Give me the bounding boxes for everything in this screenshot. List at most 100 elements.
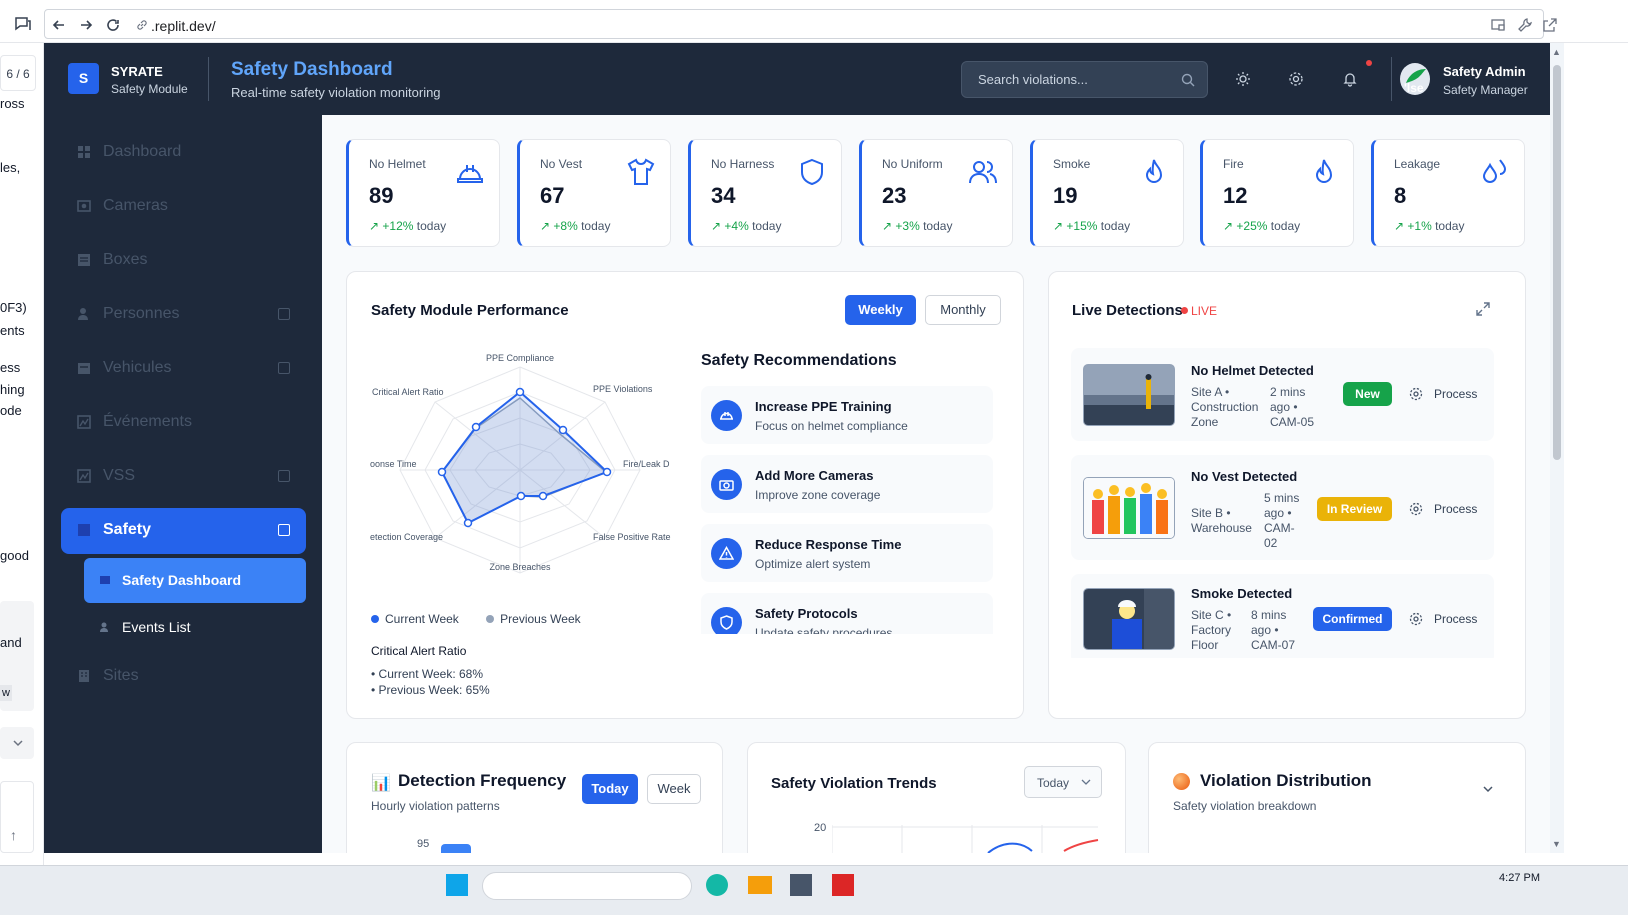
detection-time: 2 mins ago • CAM-05 <box>1270 385 1315 429</box>
sidebar-item-personnes[interactable]: Personnes <box>61 292 306 338</box>
open-new-tab-icon[interactable] <box>1542 17 1558 33</box>
tab-counter[interactable]: 6 / 6 <box>0 55 36 91</box>
sidebar-item-cameras[interactable]: Cameras <box>61 184 306 230</box>
scrollbar-thumb[interactable] <box>1553 65 1561 460</box>
recommendation-sub: Focus on helmet compliance <box>755 419 908 433</box>
stat-card-leakage[interactable]: Leakage 8 ↗ +1% today <box>1371 139 1525 247</box>
status-badge[interactable]: Confirmed <box>1313 607 1392 631</box>
detection-thumbnail[interactable] <box>1083 364 1175 426</box>
tab-actions-icon[interactable] <box>14 16 32 32</box>
radar-axis-label: False Positive Rate <box>593 532 671 542</box>
monthly-button[interactable]: Monthly <box>925 295 1001 325</box>
week-button[interactable]: Week <box>647 774 701 804</box>
stat-card-no-helmet[interactable]: No Helmet 89 ↗ +12% today <box>346 139 500 247</box>
stat-card-smoke[interactable]: Smoke 19 ↗ +15% today <box>1030 139 1184 247</box>
chevron-down-icon[interactable] <box>1482 784 1494 794</box>
address-bar[interactable] <box>44 9 1544 39</box>
chevron-down-icon <box>1081 779 1091 785</box>
sidebar-item-label: Vehicules <box>103 359 172 376</box>
page-scrollbar[interactable]: ▲ ▼ <box>1550 43 1564 853</box>
radar-axis-label: oonse Time <box>370 459 417 469</box>
arrow-up-icon[interactable]: ↑ <box>10 827 17 843</box>
bell-icon[interactable] <box>1342 71 1358 87</box>
site-info-icon[interactable] <box>136 19 148 31</box>
sun-icon[interactable] <box>1235 71 1251 87</box>
period-select-value: Today <box>1037 776 1070 790</box>
weekly-button[interactable]: Weekly <box>845 295 916 325</box>
detection-item[interactable]: No Vest Detected Site B • Warehouse 5 min… <box>1071 455 1494 560</box>
url-text[interactable]: .replit.dev/ <box>151 18 216 34</box>
folder-icon[interactable] <box>748 876 772 894</box>
sidebar-subitem-safety-dashboard[interactable]: Safety Dashboard <box>84 558 306 603</box>
expand-icon[interactable] <box>278 470 290 482</box>
search-input[interactable]: Search violations... <box>961 61 1208 98</box>
wrench-icon[interactable] <box>1517 17 1533 33</box>
detection-item[interactable]: Smoke Detected Site C • Factory Floor 8 mi… <box>1071 574 1494 658</box>
detection-title: Smoke Detected <box>1191 586 1293 601</box>
stat-card-no-harness[interactable]: No Harness 34 ↗ +4% today <box>688 139 842 247</box>
process-button[interactable]: Process <box>1434 387 1477 401</box>
users-icon <box>969 161 997 184</box>
expand-icon[interactable] <box>1476 302 1490 316</box>
status-badge[interactable]: In Review <box>1317 497 1392 521</box>
start-icon[interactable] <box>446 874 468 896</box>
user-icon <box>100 622 108 632</box>
app-icon[interactable] <box>790 874 812 896</box>
gear-icon[interactable] <box>1409 502 1423 516</box>
taskbar-search[interactable] <box>482 872 692 900</box>
live-indicator-dot <box>1181 307 1188 314</box>
back-icon[interactable] <box>51 17 67 33</box>
performance-title: Safety Module Performance <box>371 302 569 319</box>
sidebar-item-boxes[interactable]: Boxes <box>61 238 306 284</box>
stat-card-no-uniform[interactable]: No Uniform 23 ↗ +3% today <box>859 139 1013 247</box>
gear-icon[interactable] <box>1409 387 1423 401</box>
sidebar-item-safety[interactable]: Safety <box>61 508 306 554</box>
gear-icon[interactable] <box>1409 612 1423 626</box>
brand-logo[interactable]: S <box>68 63 99 94</box>
today-button[interactable]: Today <box>582 774 638 804</box>
radar-axis-label: PPE Compliance <box>486 353 554 363</box>
sidebar-item-dashboard[interactable]: Dashboard <box>61 130 306 176</box>
sidebar-item-sites[interactable]: Sites <box>61 654 306 700</box>
sidebar-item-vss[interactable]: VSS <box>61 454 306 500</box>
reload-icon[interactable] <box>105 17 121 33</box>
scroll-up-icon[interactable]: ▲ <box>1552 47 1561 57</box>
page-fragment-box <box>0 781 34 853</box>
recommendation-icon-circle <box>711 538 742 569</box>
pie-chart-icon <box>1173 773 1190 790</box>
scroll-down-icon[interactable]: ▼ <box>1552 839 1561 849</box>
detection-thumbnail[interactable] <box>1083 588 1175 650</box>
process-button[interactable]: Process <box>1434 502 1477 516</box>
forward-icon[interactable] <box>78 17 94 33</box>
sidebar-item-evenements[interactable]: Événements <box>61 400 306 446</box>
collapse-icon[interactable] <box>278 524 290 536</box>
stat-card-fire[interactable]: Fire 12 ↗ +25% today <box>1200 139 1354 247</box>
expand-icon[interactable] <box>278 308 290 320</box>
helmet-icon <box>457 165 483 183</box>
recommendation-item[interactable]: Add More Cameras Improve zone coverage <box>701 455 993 513</box>
detection-thumbnail[interactable] <box>1083 477 1175 539</box>
recommendation-item[interactable]: Increase PPE Training Focus on helmet co… <box>701 386 993 444</box>
status-badge[interactable]: New <box>1343 382 1392 406</box>
detection-item[interactable]: No Helmet Detected Site A • Construction Z… <box>1071 348 1494 441</box>
gear-icon[interactable] <box>1288 71 1304 87</box>
recommendation-item[interactable]: Reduce Response Time Optimize alert syst… <box>701 524 993 582</box>
cast-icon[interactable] <box>1490 17 1506 33</box>
sidebar-item-vehicules[interactable]: Vehicules <box>61 346 306 392</box>
droplets-icon <box>1482 159 1507 183</box>
shirt-icon <box>627 158 655 185</box>
recommendation-sub: Optimize alert system <box>755 557 871 571</box>
process-button[interactable]: Process <box>1434 612 1477 626</box>
violation-trends-title: Safety Violation Trends <box>771 775 937 792</box>
stat-card-no-vest[interactable]: No Vest 67 ↗ +8% today <box>517 139 671 247</box>
expand-icon[interactable] <box>278 362 290 374</box>
chevron-down-icon[interactable] <box>12 738 24 748</box>
chart-icon <box>77 469 91 483</box>
app-icon[interactable] <box>832 874 854 896</box>
user-name[interactable]: Safety Admin <box>1443 64 1526 79</box>
chart-bar[interactable] <box>441 844 471 853</box>
recommendation-item[interactable]: Safety Protocols Update safety procedure… <box>701 593 993 634</box>
period-select[interactable]: Today <box>1024 766 1102 798</box>
browser-icon[interactable] <box>706 874 728 896</box>
sidebar-subitem-events-list[interactable]: Events List <box>84 605 306 650</box>
